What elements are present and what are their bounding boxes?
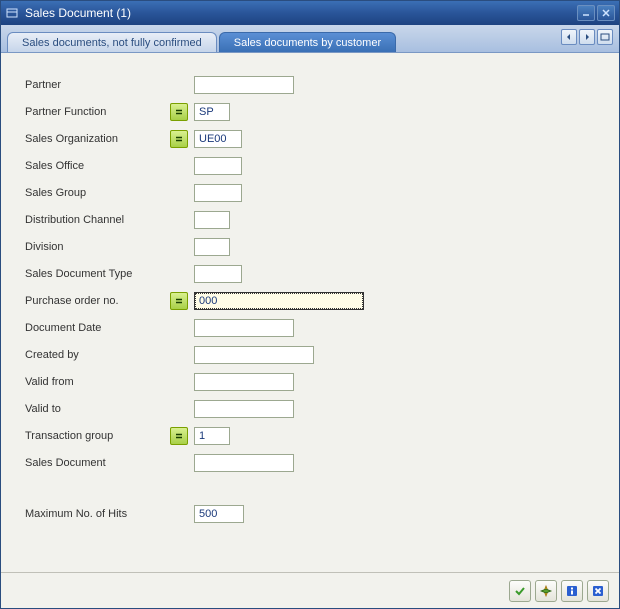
tab-next-button[interactable] xyxy=(579,29,595,45)
continue-button[interactable] xyxy=(509,580,531,602)
po-no-input[interactable] xyxy=(194,292,364,310)
equals-icon[interactable] xyxy=(170,427,188,445)
multiple-selection-button[interactable] xyxy=(535,580,557,602)
label-po-no: Purchase order no. xyxy=(25,295,170,307)
label-sales-org: Sales Organization xyxy=(25,133,170,145)
label-doc-date: Document Date xyxy=(25,322,170,334)
tab-prev-button[interactable] xyxy=(561,29,577,45)
tab-label: Sales documents by customer xyxy=(234,37,381,49)
sales-doc-input[interactable] xyxy=(194,454,294,472)
label-sales-doc: Sales Document xyxy=(25,457,170,469)
info-button[interactable] xyxy=(561,580,583,602)
window-title: Sales Document (1) xyxy=(25,6,575,20)
label-valid-to: Valid to xyxy=(25,403,170,415)
tab-label: Sales documents, not fully confirmed xyxy=(22,37,202,49)
label-division: Division xyxy=(25,241,170,253)
dialog-window: Sales Document (1) Sales documents, not … xyxy=(0,0,620,609)
label-sales-office: Sales Office xyxy=(25,160,170,172)
sales-office-input[interactable] xyxy=(194,157,242,175)
footer-toolbar xyxy=(1,572,619,608)
label-sales-group: Sales Group xyxy=(25,187,170,199)
close-button[interactable] xyxy=(597,5,615,21)
sales-org-input[interactable] xyxy=(194,130,242,148)
app-icon xyxy=(5,6,19,20)
cancel-button[interactable] xyxy=(587,580,609,602)
label-dist-channel: Distribution Channel xyxy=(25,214,170,226)
trans-group-input[interactable] xyxy=(194,427,230,445)
tab-nav xyxy=(561,29,613,45)
label-doc-type: Sales Document Type xyxy=(25,268,170,280)
valid-to-input[interactable] xyxy=(194,400,294,418)
form-content: Partner Partner Function Sales Organizat… xyxy=(1,53,619,572)
label-created-by: Created by xyxy=(25,349,170,361)
created-by-input[interactable] xyxy=(194,346,314,364)
tab-not-fully-confirmed[interactable]: Sales documents, not fully confirmed xyxy=(7,32,217,52)
partner-input[interactable] xyxy=(194,76,294,94)
max-hits-input[interactable] xyxy=(194,505,244,523)
tab-list-button[interactable] xyxy=(597,29,613,45)
equals-icon[interactable] xyxy=(170,103,188,121)
equals-icon[interactable] xyxy=(170,292,188,310)
label-valid-from: Valid from xyxy=(25,376,170,388)
dist-channel-input[interactable] xyxy=(194,211,230,229)
label-max-hits: Maximum No. of Hits xyxy=(25,508,170,520)
sales-group-input[interactable] xyxy=(194,184,242,202)
label-partner-function: Partner Function xyxy=(25,106,170,118)
partner-function-input[interactable] xyxy=(194,103,230,121)
titlebar: Sales Document (1) xyxy=(1,1,619,25)
equals-icon[interactable] xyxy=(170,130,188,148)
division-input[interactable] xyxy=(194,238,230,256)
tabstrip: Sales documents, not fully confirmed Sal… xyxy=(1,25,619,53)
minimize-button[interactable] xyxy=(577,5,595,21)
doc-type-input[interactable] xyxy=(194,265,242,283)
doc-date-input[interactable] xyxy=(194,319,294,337)
label-partner: Partner xyxy=(25,79,170,91)
valid-from-input[interactable] xyxy=(194,373,294,391)
tab-by-customer[interactable]: Sales documents by customer xyxy=(219,32,396,52)
label-trans-group: Transaction group xyxy=(25,430,170,442)
